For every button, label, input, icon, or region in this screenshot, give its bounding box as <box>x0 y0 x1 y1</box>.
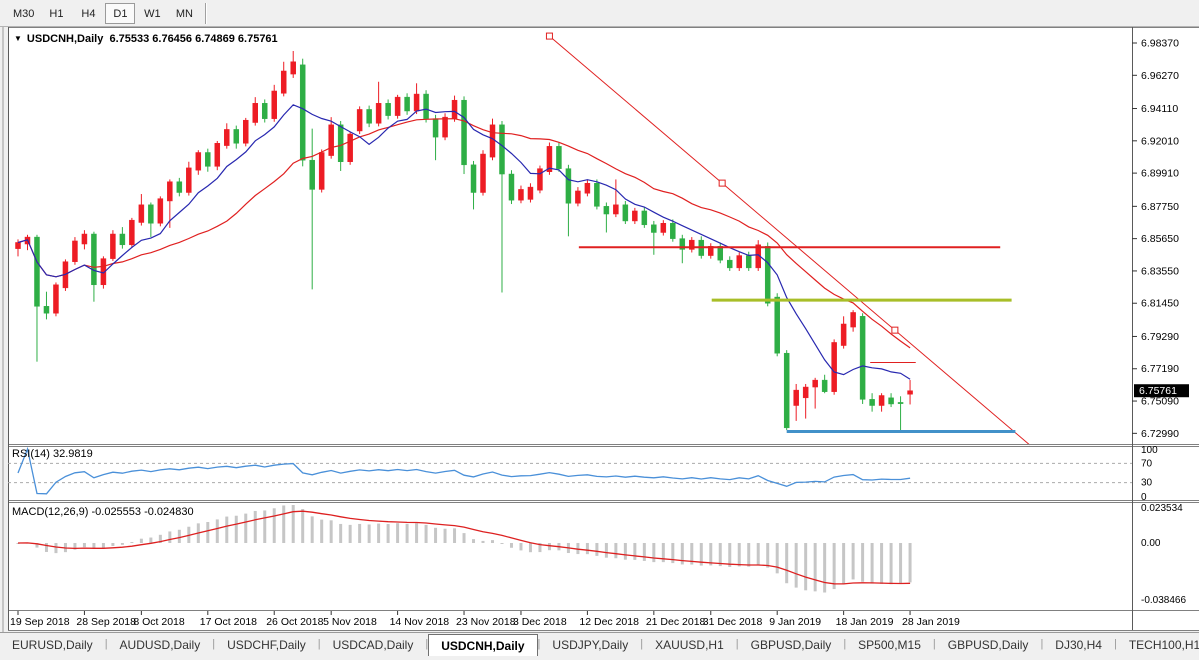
price-axis-label: 6.75090 <box>1141 396 1179 408</box>
time-axis-label: 31 Dec 2018 <box>703 616 763 628</box>
chart-tab-usdcnh-daily[interactable]: USDCNH,Daily <box>428 634 537 656</box>
chart-background <box>8 27 1199 631</box>
timeframe-button-d1[interactable]: D1 <box>105 3 135 24</box>
current-price-label: 6.75761 <box>1139 385 1177 397</box>
time-axis-label: 19 Sep 2018 <box>10 616 70 628</box>
terminal-window: M30H1H4D1W1MN 6.98370 6.96270 6.94110 6.920… <box>0 0 1199 660</box>
timeframe-button-h4[interactable]: H4 <box>73 3 103 24</box>
chart-tab-usdjpy-daily[interactable]: USDJPY,Daily <box>540 634 640 655</box>
timeframe-button-w1[interactable]: W1 <box>137 3 167 24</box>
chart-canvas[interactable]: 6.98370 6.96270 6.94110 6.92010 6.89910 6.877… <box>0 27 1199 632</box>
macd-axis-label: -0.038466 <box>1141 595 1186 606</box>
macd-axis-label: 0.00 <box>1141 538 1161 549</box>
timeframe-button-h1[interactable]: H1 <box>41 3 71 24</box>
time-axis-label: 28 Sep 2018 <box>76 616 136 628</box>
chart-title: ▼ USDCNH,Daily 6.75533 6.76456 6.74869 6.… <box>14 33 278 45</box>
rsi-indicator-label: RSI(14) 32.9819 <box>12 448 93 460</box>
chart-tab-dj30-h4[interactable]: DJ30,H4 <box>1043 634 1114 655</box>
price-axis-label: 6.72990 <box>1141 428 1179 440</box>
macd-axis-label: 0.023534 <box>1141 503 1183 514</box>
time-axis-label: 17 Oct 2018 <box>200 616 257 628</box>
price-axis-label: 6.92010 <box>1141 135 1179 147</box>
macd-indicator-label: MACD(12,26,9) -0.025553 -0.024830 <box>12 506 194 518</box>
symbol-dropdown-icon[interactable]: ▼ <box>14 34 22 43</box>
time-axis-label: 5 Nov 2018 <box>323 616 377 628</box>
chart-tab-sp500-m15[interactable]: SP500,M15 <box>846 634 933 655</box>
time-axis-label: 23 Nov 2018 <box>456 616 516 628</box>
price-axis-label: 6.89910 <box>1141 168 1179 180</box>
price-axis-label: 6.77190 <box>1141 363 1179 375</box>
chart-tab-usdcad-daily[interactable]: USDCAD,Daily <box>321 634 426 655</box>
time-axis-label: 9 Jan 2019 <box>769 616 821 628</box>
descending-trendline-handle[interactable] <box>546 33 552 39</box>
price-axis-label: 6.85650 <box>1141 233 1179 245</box>
chart-tab-tech100-h1[interactable]: TECH100,H1 <box>1117 634 1199 655</box>
chart-tab-audusd-daily[interactable]: AUDUSD,Daily <box>108 634 213 655</box>
chart-tab-gbpusd-daily[interactable]: GBPUSD,Daily <box>739 634 844 655</box>
rsi-axis-label: 100 <box>1141 445 1158 456</box>
rsi-value: 32.9819 <box>53 448 93 460</box>
chart-tab-usdchf-daily[interactable]: USDCHF,Daily <box>215 634 318 655</box>
chart-tab-eurusd-daily[interactable]: EURUSD,Daily <box>0 634 105 655</box>
timeframe-button-mn[interactable]: MN <box>169 3 199 24</box>
toolbar-separator <box>205 3 207 24</box>
chart-tab-gbpusd-daily[interactable]: GBPUSD,Daily <box>936 634 1041 655</box>
chart-symbol: USDCNH,Daily <box>27 33 103 45</box>
price-axis-label: 6.83550 <box>1141 265 1179 277</box>
time-axis-label: 8 Oct 2018 <box>133 616 185 628</box>
price-axis-label: 6.96270 <box>1141 70 1179 82</box>
timeframe-toolbar: M30H1H4D1W1MN <box>0 0 1199 27</box>
price-axis-label: 6.94110 <box>1141 103 1178 115</box>
time-axis-label: 18 Jan 2019 <box>836 616 894 628</box>
price-axis-label: 6.81450 <box>1141 298 1179 310</box>
rsi-axis-label: 70 <box>1141 458 1153 469</box>
price-axis-label: 6.79290 <box>1141 331 1179 343</box>
time-axis-label: 21 Dec 2018 <box>646 616 706 628</box>
chart-tab-xauusd-h1[interactable]: XAUUSD,H1 <box>643 634 736 655</box>
price-axis-label: 6.87750 <box>1141 201 1179 213</box>
time-axis-label: 28 Jan 2019 <box>902 616 960 628</box>
time-axis-label: 3 Dec 2018 <box>513 616 567 628</box>
macd-values: -0.025553 -0.024830 <box>91 506 193 518</box>
time-axis-label: 14 Nov 2018 <box>390 616 450 628</box>
chart-ohlc-values: 6.75533 6.76456 6.74869 6.75761 <box>109 33 277 45</box>
timeframe-button-m30[interactable]: M30 <box>8 3 39 24</box>
time-axis-label: 12 Dec 2018 <box>579 616 639 628</box>
descending-trendline-handle[interactable] <box>892 327 898 333</box>
time-axis-label: 26 Oct 2018 <box>266 616 323 628</box>
rsi-axis-label: 0 <box>1141 492 1147 503</box>
price-axis-label: 6.98370 <box>1141 38 1179 50</box>
chart-tab-bar: EURUSD,Daily|AUDUSD,Daily|USDCHF,Daily|U… <box>0 632 1199 660</box>
rsi-axis-label: 30 <box>1141 478 1153 489</box>
descending-trendline-handle[interactable] <box>719 180 725 186</box>
